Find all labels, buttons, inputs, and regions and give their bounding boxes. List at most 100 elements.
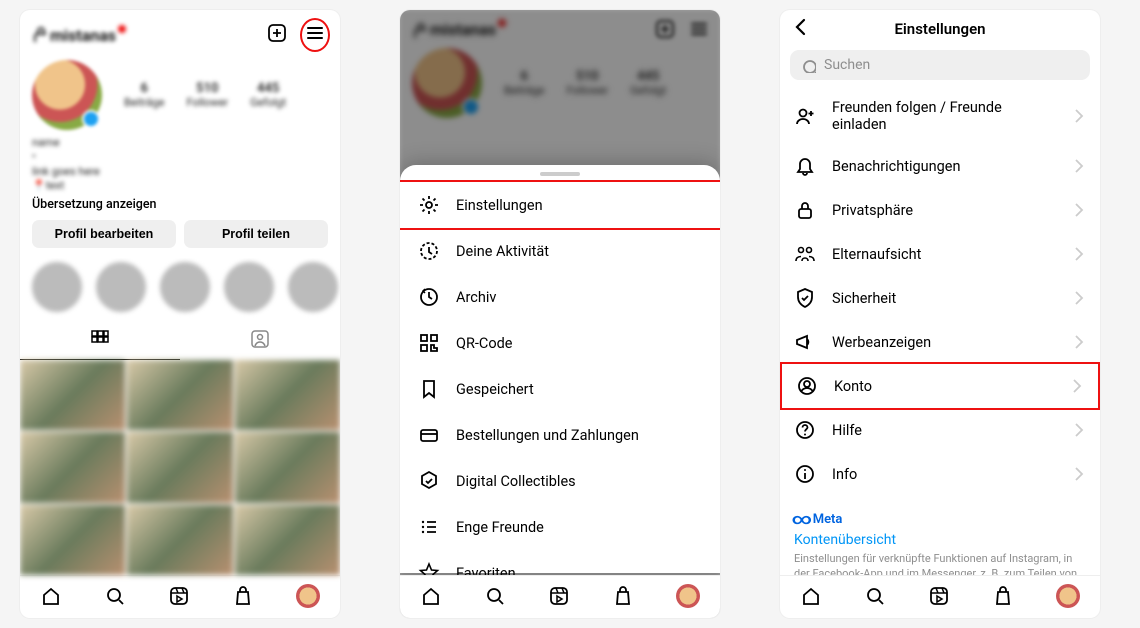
menu-item-label: Archiv [456,289,496,306]
menu-item-archive[interactable]: Archiv [400,274,720,320]
nav-search-icon[interactable] [104,585,128,607]
settings-row-personplus[interactable]: Freunden folgen / Freunde einladen [780,88,1100,144]
posts-grid[interactable] [20,360,340,575]
settings-list: Freunden folgen / Freunde einladen Benach… [780,88,1100,575]
nav-reels-icon[interactable] [168,585,192,607]
settings-row-label: Privatsphäre [832,202,913,219]
megaphone-icon [794,331,816,353]
translate-link[interactable]: Übersetzung anzeigen [20,193,340,220]
settings-row-family[interactable]: Elternaufsicht [780,232,1100,276]
nav-reels-icon[interactable] [548,585,572,607]
highlights-row[interactable] [20,258,340,322]
gear-icon [418,194,440,216]
search-input[interactable]: Suchen [790,50,1090,80]
stat-posts[interactable]: 6Beiträge [124,81,164,109]
settings-row-label: Werbeanzeigen [832,334,931,351]
bottom-nav [400,575,720,618]
share-profile-button[interactable]: Profil teilen [184,220,328,248]
bookmark-icon [418,378,440,400]
menu-item-bookmark[interactable]: Gespeichert [400,366,720,412]
menu-item-label: Digital Collectibles [456,473,576,490]
nav-reels-icon[interactable] [928,585,952,607]
bottom-sheet: Einstellungen Deine Aktivität Archiv QR-Cod… [400,165,720,573]
bottom-nav [20,575,340,618]
account-icon [796,375,818,397]
activity-icon [418,240,440,262]
card-icon [418,424,440,446]
nav-profile-avatar[interactable] [1056,584,1080,608]
settings-row-label: Benachrichtigungen [832,158,960,175]
menu-item-card[interactable]: Bestellungen und Zahlungen [400,412,720,458]
chevron-right-icon [1068,199,1086,221]
settings-title: Einstellungen [894,20,985,38]
menu-item-label: Einstellungen [456,197,543,214]
meta-logo: Meta [794,510,1086,528]
settings-row-account[interactable]: Konto [780,362,1100,410]
verified-badge [82,110,100,128]
menu-item-label: QR-Code [456,335,513,352]
account-overview-link[interactable]: Kontenübersicht [794,528,1086,552]
lock-icon [794,199,816,221]
nav-shop-icon[interactable] [232,585,256,607]
tab-tagged[interactable] [180,322,340,360]
back-icon[interactable] [790,16,812,42]
menu-item-activity[interactable]: Deine Aktivität [400,228,720,274]
settings-row-help[interactable]: Hilfe [780,408,1100,452]
menu-item-hex[interactable]: Digital Collectibles [400,458,720,504]
bell-icon [794,155,816,177]
profile-bio: name•link goes here📍text [20,136,340,193]
username-text: mistanas [50,26,116,45]
settings-row-label: Konto [834,378,872,395]
profile-stats-row: 6Beiträge 510Follower 445Gefolgt [20,60,340,136]
menu-item-qr[interactable]: QR-Code [400,320,720,366]
settings-row-label: Info [832,466,857,483]
nav-search-icon[interactable] [484,585,508,607]
settings-row-label: Elternaufsicht [832,246,921,263]
list-icon [418,516,440,538]
sheet-handle[interactable] [540,172,580,176]
nav-home-icon[interactable] [40,585,64,607]
chevron-right-icon [1068,463,1086,485]
stat-following[interactable]: 445Gefolgt [250,81,286,109]
nav-profile-avatar[interactable] [676,584,700,608]
settings-header: Einstellungen [780,10,1100,46]
nav-profile-avatar[interactable] [296,584,320,608]
nav-shop-icon[interactable] [992,585,1016,607]
menu-item-gear[interactable]: Einstellungen [400,180,720,230]
search-placeholder: Suchen [824,57,870,73]
chevron-right-icon [1066,375,1084,397]
settings-row-label: Freunden folgen / Freunde einladen [832,99,1052,133]
profile-header: mistanas [20,10,340,60]
menu-item-label: Deine Aktivität [456,243,549,260]
hamburger-menu-icon[interactable] [300,18,330,52]
screen-profile: mistanas 6Beiträge 510Follower 445Gefolg… [20,10,340,618]
settings-row-megaphone[interactable]: Werbeanzeigen [780,320,1100,364]
settings-row-label: Hilfe [832,422,862,439]
hex-icon [418,470,440,492]
settings-row-shield[interactable]: Sicherheit [780,276,1100,320]
screen-settings: Einstellungen Suchen Freunden folgen / F… [780,10,1100,618]
stat-followers[interactable]: 510Follower [186,81,228,109]
tab-grid[interactable] [20,322,180,360]
settings-row-info[interactable]: Info [780,452,1100,496]
qr-icon [418,332,440,354]
settings-row-bell[interactable]: Benachrichtigungen [780,144,1100,188]
settings-row-lock[interactable]: Privatsphäre [780,188,1100,232]
chevron-right-icon [1068,287,1086,309]
lock-icon [30,24,46,46]
menu-item-label: Bestellungen und Zahlungen [456,427,639,444]
edit-profile-button[interactable]: Profil bearbeiten [32,220,176,248]
settings-row-label: Sicherheit [832,290,896,307]
nav-home-icon[interactable] [420,585,444,607]
menu-item-list[interactable]: Enge Freunde [400,504,720,550]
notification-dot [118,25,126,33]
create-icon[interactable] [266,22,288,48]
profile-avatar[interactable] [32,60,102,130]
nav-shop-icon[interactable] [612,585,636,607]
screen-menu-sheet: mistanas 6Beiträge 510Follower 445Gefolg… [400,10,720,618]
shield-icon [794,287,816,309]
bottom-nav [780,575,1100,618]
nav-search-icon[interactable] [864,585,888,607]
nav-home-icon[interactable] [800,585,824,607]
username-dropdown[interactable]: mistanas [30,24,128,46]
